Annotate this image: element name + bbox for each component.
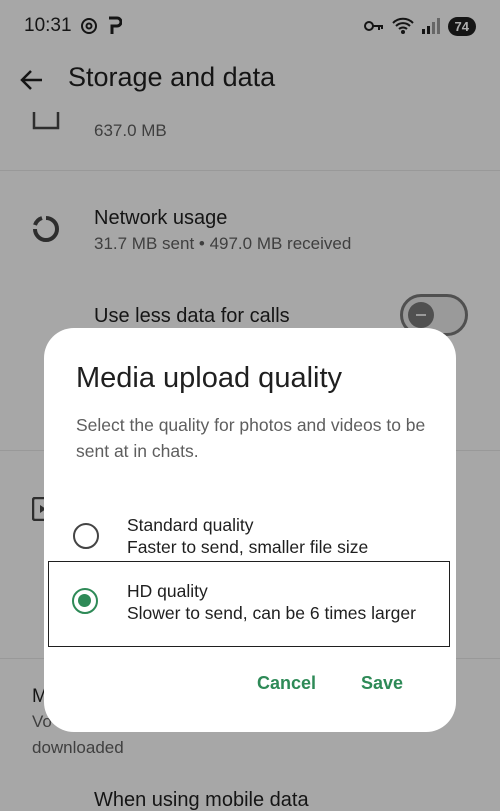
- save-button[interactable]: Save: [361, 673, 403, 694]
- option-title: HD quality: [127, 581, 208, 601]
- option-standard-quality[interactable]: Standard quality Faster to send, smaller…: [44, 505, 456, 567]
- dialog-description: Select the quality for photos and videos…: [76, 415, 426, 461]
- option-hd-quality[interactable]: HD quality Slower to send, can be 6 time…: [48, 561, 450, 647]
- cancel-button[interactable]: Cancel: [257, 673, 316, 694]
- option-subtitle: Slower to send, can be 6 times larger: [127, 603, 416, 623]
- dialog-title: Media upload quality: [76, 362, 343, 394]
- standard-quality-radio[interactable]: [73, 523, 99, 549]
- option-subtitle: Faster to send, smaller file size: [127, 537, 369, 557]
- hd-quality-radio[interactable]: [72, 588, 98, 614]
- option-title: Standard quality: [127, 515, 254, 535]
- media-upload-quality-dialog: Media upload quality Select the quality …: [44, 328, 456, 732]
